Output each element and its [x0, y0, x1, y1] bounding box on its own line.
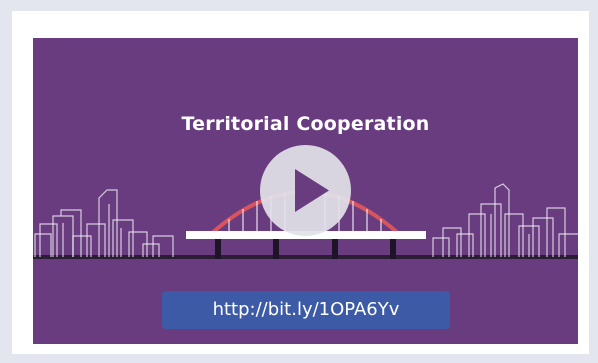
video-link[interactable]: http://bit.ly/1OPA6Yv: [162, 291, 450, 329]
right-skyline: [432, 183, 578, 257]
play-button[interactable]: [260, 145, 351, 236]
video-player[interactable]: Territorial Cooperation http://bit.ly/1O…: [33, 38, 578, 344]
play-icon: [295, 169, 329, 212]
left-skyline: [34, 189, 174, 257]
video-title: Territorial Cooperation: [181, 113, 430, 135]
